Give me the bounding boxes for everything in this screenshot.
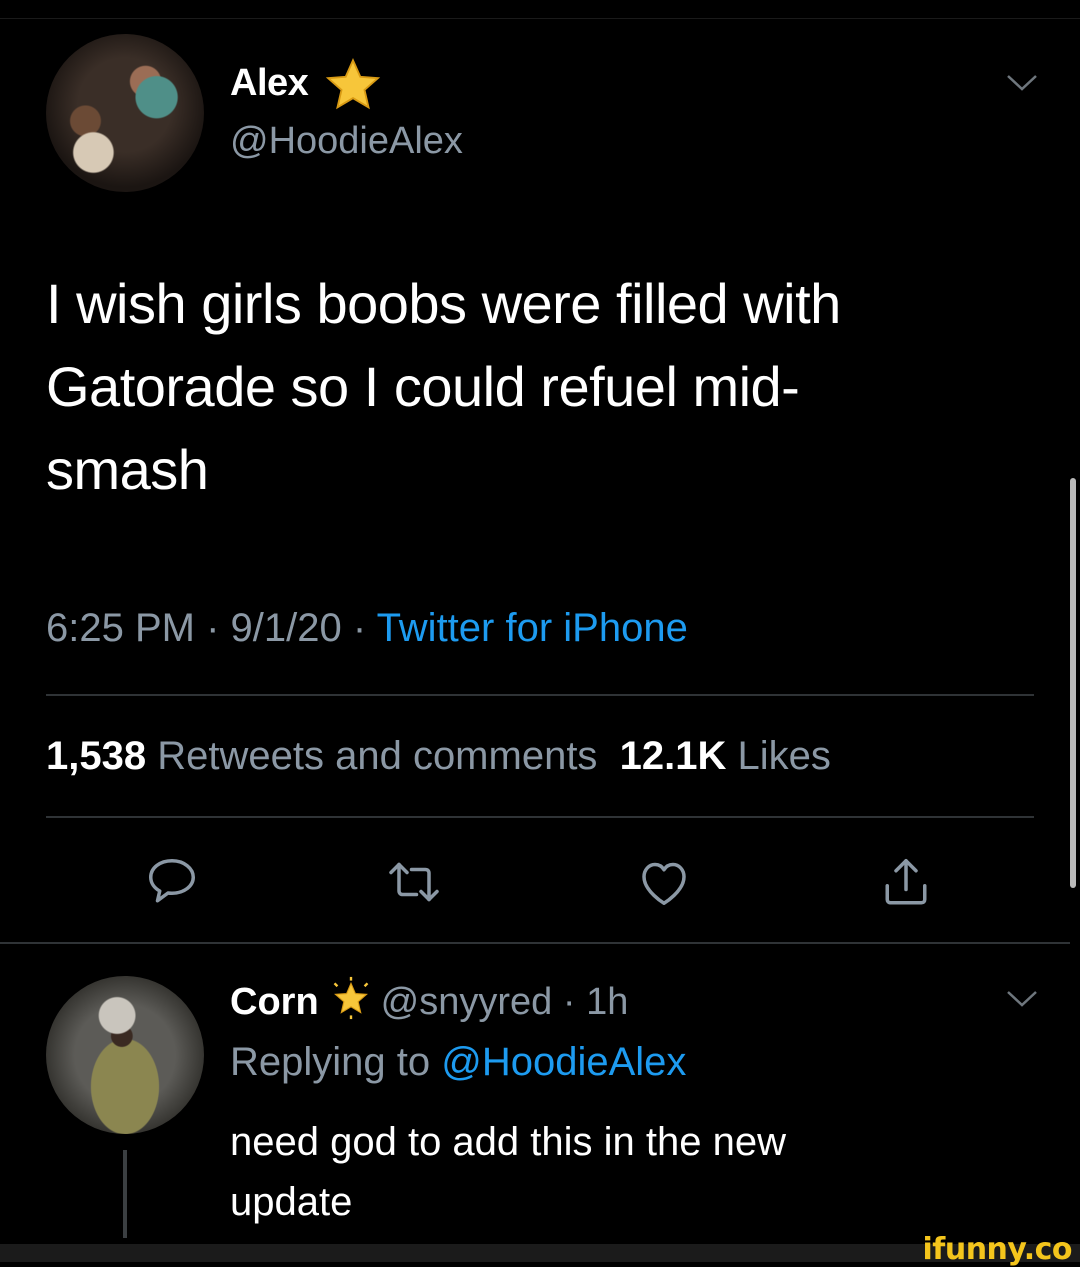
reply-text-line: need god to add this in the new xyxy=(230,1120,786,1164)
scrollbar[interactable] xyxy=(1070,478,1076,888)
chevron-down-icon[interactable] xyxy=(1004,72,1040,94)
replying-to: Replying to @HoodieAlex xyxy=(230,1040,686,1085)
tweet-date: 9/1/20 xyxy=(230,606,342,650)
likes-label[interactable]: Likes xyxy=(738,734,831,778)
divider xyxy=(46,816,1034,818)
thread-line xyxy=(123,1150,127,1238)
tweet-source-link[interactable]: Twitter for iPhone xyxy=(377,606,688,650)
tweet-text-line: Gatorade so I could refuel mid- xyxy=(46,355,800,418)
reply-text-line: update xyxy=(230,1180,353,1224)
star-emoji-icon xyxy=(325,58,381,110)
bottom-bar xyxy=(0,1244,1080,1262)
retweet-icon[interactable] xyxy=(384,852,444,912)
retweets-count[interactable]: 1,538 xyxy=(46,734,146,778)
meta-separator: · xyxy=(341,606,377,650)
speech-bubble-icon[interactable] xyxy=(142,852,202,912)
tweet-text: I wish girls boobs were filled with Gato… xyxy=(46,262,1006,511)
chevron-down-icon[interactable] xyxy=(1004,988,1040,1010)
reply-header: Corn @snyyred · 1h xyxy=(230,976,628,1024)
tweet-time: 6:25 PM xyxy=(46,606,195,650)
reply-author-name[interactable]: Corn xyxy=(230,981,319,1023)
heart-icon[interactable] xyxy=(634,852,694,912)
share-icon[interactable] xyxy=(876,852,936,912)
top-border xyxy=(0,18,1080,19)
meta-separator: · xyxy=(194,606,231,650)
meta-separator: · xyxy=(552,981,587,1023)
author-avatar[interactable] xyxy=(46,34,204,192)
reply-author-handle[interactable]: @snyyred xyxy=(381,981,553,1023)
divider xyxy=(46,694,1034,696)
tweet-stats: 1,538 Retweets and comments 12.1K Likes xyxy=(46,734,831,779)
tweet-meta: 6:25 PM · 9/1/20 · Twitter for iPhone xyxy=(46,606,688,651)
likes-count[interactable]: 12.1K xyxy=(620,734,727,778)
tweet-text-line: I wish girls boobs were filled with xyxy=(46,272,841,335)
reply-author-avatar[interactable] xyxy=(46,976,204,1134)
divider xyxy=(0,942,1070,944)
tweet-text-line: smash xyxy=(46,438,209,501)
replying-handle-link[interactable]: @HoodieAlex xyxy=(441,1040,686,1084)
reply-age: 1h xyxy=(586,981,629,1023)
retweets-label[interactable]: Retweets and comments xyxy=(157,734,597,778)
sparkle-star-emoji-icon xyxy=(333,976,368,1020)
author-name[interactable]: Alex xyxy=(230,62,309,105)
author-handle[interactable]: @HoodieAlex xyxy=(230,120,463,163)
reply-text: need god to add this in the new update xyxy=(230,1112,786,1232)
replying-prefix: Replying to xyxy=(230,1040,431,1084)
